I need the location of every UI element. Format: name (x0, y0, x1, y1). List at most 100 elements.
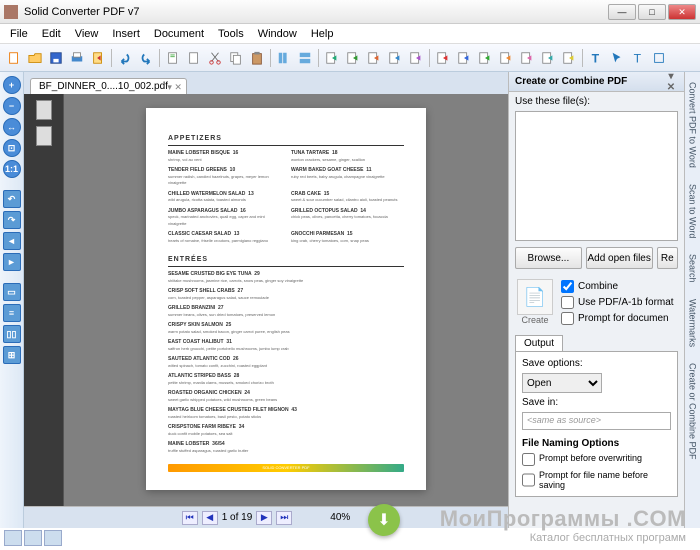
sidetab-convert[interactable]: Convert PDF to Word (687, 78, 699, 172)
pdf-teal-icon[interactable] (538, 48, 558, 68)
pdf-green-icon[interactable] (475, 48, 495, 68)
rotate-right-icon[interactable]: ↷ (3, 211, 21, 229)
next-view-icon[interactable]: ► (3, 253, 21, 271)
save-icon[interactable] (46, 48, 66, 68)
menu-item: JUMBO ASPARAGUS SALAD 16speck, marinated… (168, 208, 281, 228)
section-appetizers: APPETIZERS (168, 134, 404, 146)
menu-window[interactable]: Window (252, 26, 303, 42)
doc-icon[interactable] (184, 48, 204, 68)
document-tab[interactable]: BF_DINNER_0....10_002.pdf ▾ ✕ (30, 78, 187, 94)
zoom-in-icon[interactable]: + (3, 76, 21, 94)
copy-icon[interactable] (226, 48, 246, 68)
menu-document[interactable]: Document (148, 26, 210, 42)
first-page-button[interactable]: ⏮ (182, 511, 198, 525)
save-options-label: Save options: (522, 358, 671, 369)
save-options-select[interactable]: Open (522, 373, 602, 393)
close-button[interactable]: ✕ (668, 4, 696, 20)
browse-button[interactable]: Browse... (515, 247, 582, 269)
convert-html-icon[interactable] (385, 48, 405, 68)
bottom-left-buttons (4, 530, 62, 546)
view-mode-2-icon[interactable] (24, 530, 42, 546)
page-indicator: 1 of 19 (222, 512, 253, 523)
sidetab-watermarks[interactable]: Watermarks (687, 295, 699, 351)
new-icon[interactable] (4, 48, 24, 68)
menu-item: CRAB CAKE 15sweet & sour cucumber salad,… (291, 191, 404, 204)
output-tab[interactable]: Output (515, 335, 563, 351)
pointer-icon[interactable] (607, 48, 627, 68)
pdf-yellow-icon[interactable] (559, 48, 579, 68)
last-page-button[interactable]: ⏭ (276, 511, 292, 525)
menu-view[interactable]: View (69, 26, 105, 42)
tab-close-icon[interactable]: ▾ ✕ (167, 82, 182, 93)
pdfa-checkbox[interactable]: Use PDF/A-1b format (561, 296, 674, 309)
remove-button[interactable]: Re (657, 247, 678, 269)
view-mode-3-icon[interactable] (44, 530, 62, 546)
open-icon[interactable] (25, 48, 45, 68)
layout-icon[interactable] (295, 48, 315, 68)
panel-menu-icon[interactable]: ▾ ✕ (664, 71, 678, 93)
undo-icon[interactable] (115, 48, 135, 68)
combine-checkbox[interactable]: Combine (561, 280, 674, 293)
fit-page-icon[interactable]: ⊡ (3, 139, 21, 157)
prev-page-button[interactable]: ◀ (202, 511, 218, 525)
convert-txt-icon[interactable] (406, 48, 426, 68)
zoom-out-icon[interactable]: − (3, 97, 21, 115)
menu-edit[interactable]: Edit (36, 26, 67, 42)
redo-icon[interactable] (136, 48, 156, 68)
grid-icon[interactable]: ⊞ (3, 346, 21, 364)
menu-file[interactable]: File (4, 26, 34, 42)
page-viewport[interactable]: APPETIZERS MAINE LOBSTER BISQUE 16shrimp… (64, 94, 508, 506)
menu-help[interactable]: Help (305, 26, 340, 42)
overwrite-checkbox[interactable]: Prompt before overwriting (522, 453, 671, 466)
text-tool-icon[interactable]: T (586, 48, 606, 68)
thumbnail-1[interactable] (36, 100, 52, 120)
save-in-field[interactable]: <same as source> (522, 412, 671, 430)
menu-bar: File Edit View Insert Document Tools Win… (0, 24, 700, 44)
sidetab-search[interactable]: Search (687, 250, 699, 287)
create-icon[interactable]: 📄 (517, 279, 553, 315)
single-page-icon[interactable]: ▭ (3, 283, 21, 301)
right-panel: Create or Combine PDF ▾ ✕ Use these file… (508, 72, 684, 528)
thumbnail-2[interactable] (36, 126, 52, 146)
prompt-doc-checkbox[interactable]: Prompt for documen (561, 312, 674, 325)
convert-word-icon[interactable] (322, 48, 342, 68)
menu-item: SESAME CRUSTED BIG EYE TUNA 29shiitake m… (168, 271, 404, 284)
menu-item: CLASSIC CAESAR SALAD 13hearts of romaine… (168, 231, 281, 244)
menu-item: MAINE LOBSTER BISQUE 16shrimp, vol au ve… (168, 150, 281, 163)
fit-width-icon[interactable]: ↔ (3, 118, 21, 136)
view-mode-1-icon[interactable] (4, 530, 22, 546)
sidetab-create[interactable]: Create or Combine PDF (687, 359, 699, 464)
menu-item: TUNA TARTARE 18wonton crackers, sesame, … (291, 150, 404, 163)
menu-tools[interactable]: Tools (212, 26, 250, 42)
columns-icon[interactable] (274, 48, 294, 68)
page-icon[interactable] (163, 48, 183, 68)
file-naming-label: File Naming Options (522, 438, 671, 449)
menu-item: CRISPY SKIN SALMON 25warm potato salad, … (168, 322, 404, 335)
pdf-red-icon[interactable] (433, 48, 453, 68)
paste-icon[interactable] (247, 48, 267, 68)
rotate-left-icon[interactable]: ↶ (3, 190, 21, 208)
prev-view-icon[interactable]: ◄ (3, 232, 21, 250)
sidetab-scan[interactable]: Scan to Word (687, 180, 699, 242)
pdf-pink-icon[interactable] (517, 48, 537, 68)
next-page-button[interactable]: ▶ (256, 511, 272, 525)
maximize-button[interactable]: □ (638, 4, 666, 20)
file-list-box[interactable] (515, 111, 678, 241)
minimize-button[interactable]: — (608, 4, 636, 20)
pdf-orange-icon[interactable] (496, 48, 516, 68)
cut-icon[interactable] (205, 48, 225, 68)
facing-icon[interactable]: ▯▯ (3, 325, 21, 343)
actual-size-icon[interactable]: 1:1 (3, 160, 21, 178)
prompt-name-checkbox[interactable]: Prompt for file name before saving (522, 470, 671, 490)
main-toolbar: T T (0, 44, 700, 72)
convert-excel-icon[interactable] (343, 48, 363, 68)
menu-insert[interactable]: Insert (106, 26, 146, 42)
print-icon[interactable] (67, 48, 87, 68)
export-icon[interactable] (88, 48, 108, 68)
continuous-icon[interactable]: ≡ (3, 304, 21, 322)
add-open-files-button[interactable]: Add open files (586, 247, 653, 269)
object-icon[interactable] (649, 48, 669, 68)
convert-ppt-icon[interactable] (364, 48, 384, 68)
text-t-icon[interactable]: T (628, 48, 648, 68)
pdf-blue-icon[interactable] (454, 48, 474, 68)
